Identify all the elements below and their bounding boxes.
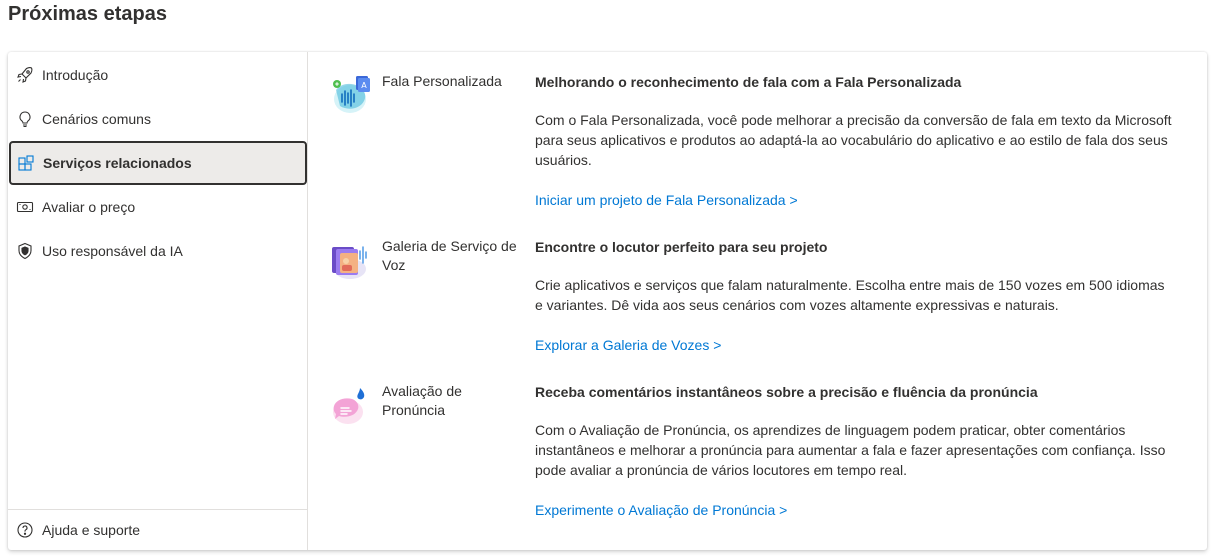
page-title: Próximas etapas [8, 3, 167, 25]
service-heading: Melhorando o reconhecimento de fala com … [535, 74, 962, 90]
custom-speech-icon: A [328, 72, 376, 120]
service-voice-gallery: Galeria de Serviço de Voz Encontre o loc… [308, 237, 1207, 387]
sidebar-item-cenarios[interactable]: Cenários comuns [8, 97, 307, 141]
service-name: Galeria de Serviço de Voz [382, 238, 517, 273]
sidebar-item-preco[interactable]: Avaliar o preço [8, 185, 307, 229]
sidebar-item-uso-responsavel[interactable]: Uso responsável da IA [8, 229, 307, 273]
service-description: Crie aplicativos e serviços que falam na… [535, 277, 1165, 313]
start-custom-speech-link[interactable]: Iniciar um projeto de Fala Personalizada… [535, 190, 798, 210]
service-custom-speech: A Fala Personalizada Melhorando o reconh… [308, 72, 1207, 222]
service-name: Avaliação de Pronúncia [382, 383, 462, 418]
help-support-link[interactable]: Ajuda e suporte [8, 509, 307, 550]
try-pronunciation-link[interactable]: Experimente o Avaliação de Pronúncia > [535, 500, 787, 520]
pronunciation-icon [328, 382, 376, 430]
next-steps-card: Introdução Cenários comuns Serviços rela… [8, 52, 1207, 550]
service-heading: Receba comentários instantâneos sobre a … [535, 384, 1038, 400]
sidebar-item-label: Introdução [42, 67, 109, 83]
voice-gallery-icon [328, 237, 376, 285]
svg-text:A: A [361, 81, 367, 90]
service-description: Com o Fala Personalizada, você pode melh… [535, 112, 1172, 168]
help-support-label: Ajuda e suporte [42, 522, 141, 538]
services-content: A Fala Personalizada Melhorando o reconh… [308, 52, 1207, 550]
service-description: Com o Avaliação de Pronúncia, os aprendi… [535, 422, 1166, 478]
rocket-icon [16, 66, 34, 84]
service-name: Fala Personalizada [382, 73, 502, 89]
help-icon [16, 521, 34, 539]
lightbulb-icon [16, 110, 34, 128]
grid-icon [17, 154, 35, 172]
sidebar-item-label: Cenários comuns [42, 111, 151, 127]
sidebar-item-label: Uso responsável da IA [42, 243, 183, 259]
explore-voice-gallery-link[interactable]: Explorar a Galeria de Vozes > [535, 335, 721, 355]
sidebar-item-label: Serviços relacionados [43, 155, 192, 171]
sidebar-item-servicos[interactable]: Serviços relacionados [9, 141, 307, 185]
sidebar-nav: Introdução Cenários comuns Serviços rela… [8, 52, 308, 550]
sidebar-item-introducao[interactable]: Introdução [8, 53, 307, 97]
shield-icon [16, 242, 34, 260]
service-pronunciation: Avaliação de Pronúncia Receba comentário… [308, 382, 1207, 532]
sidebar-item-label: Avaliar o preço [42, 199, 136, 215]
money-icon [16, 198, 34, 216]
service-heading: Encontre o locutor perfeito para seu pro… [535, 239, 828, 255]
